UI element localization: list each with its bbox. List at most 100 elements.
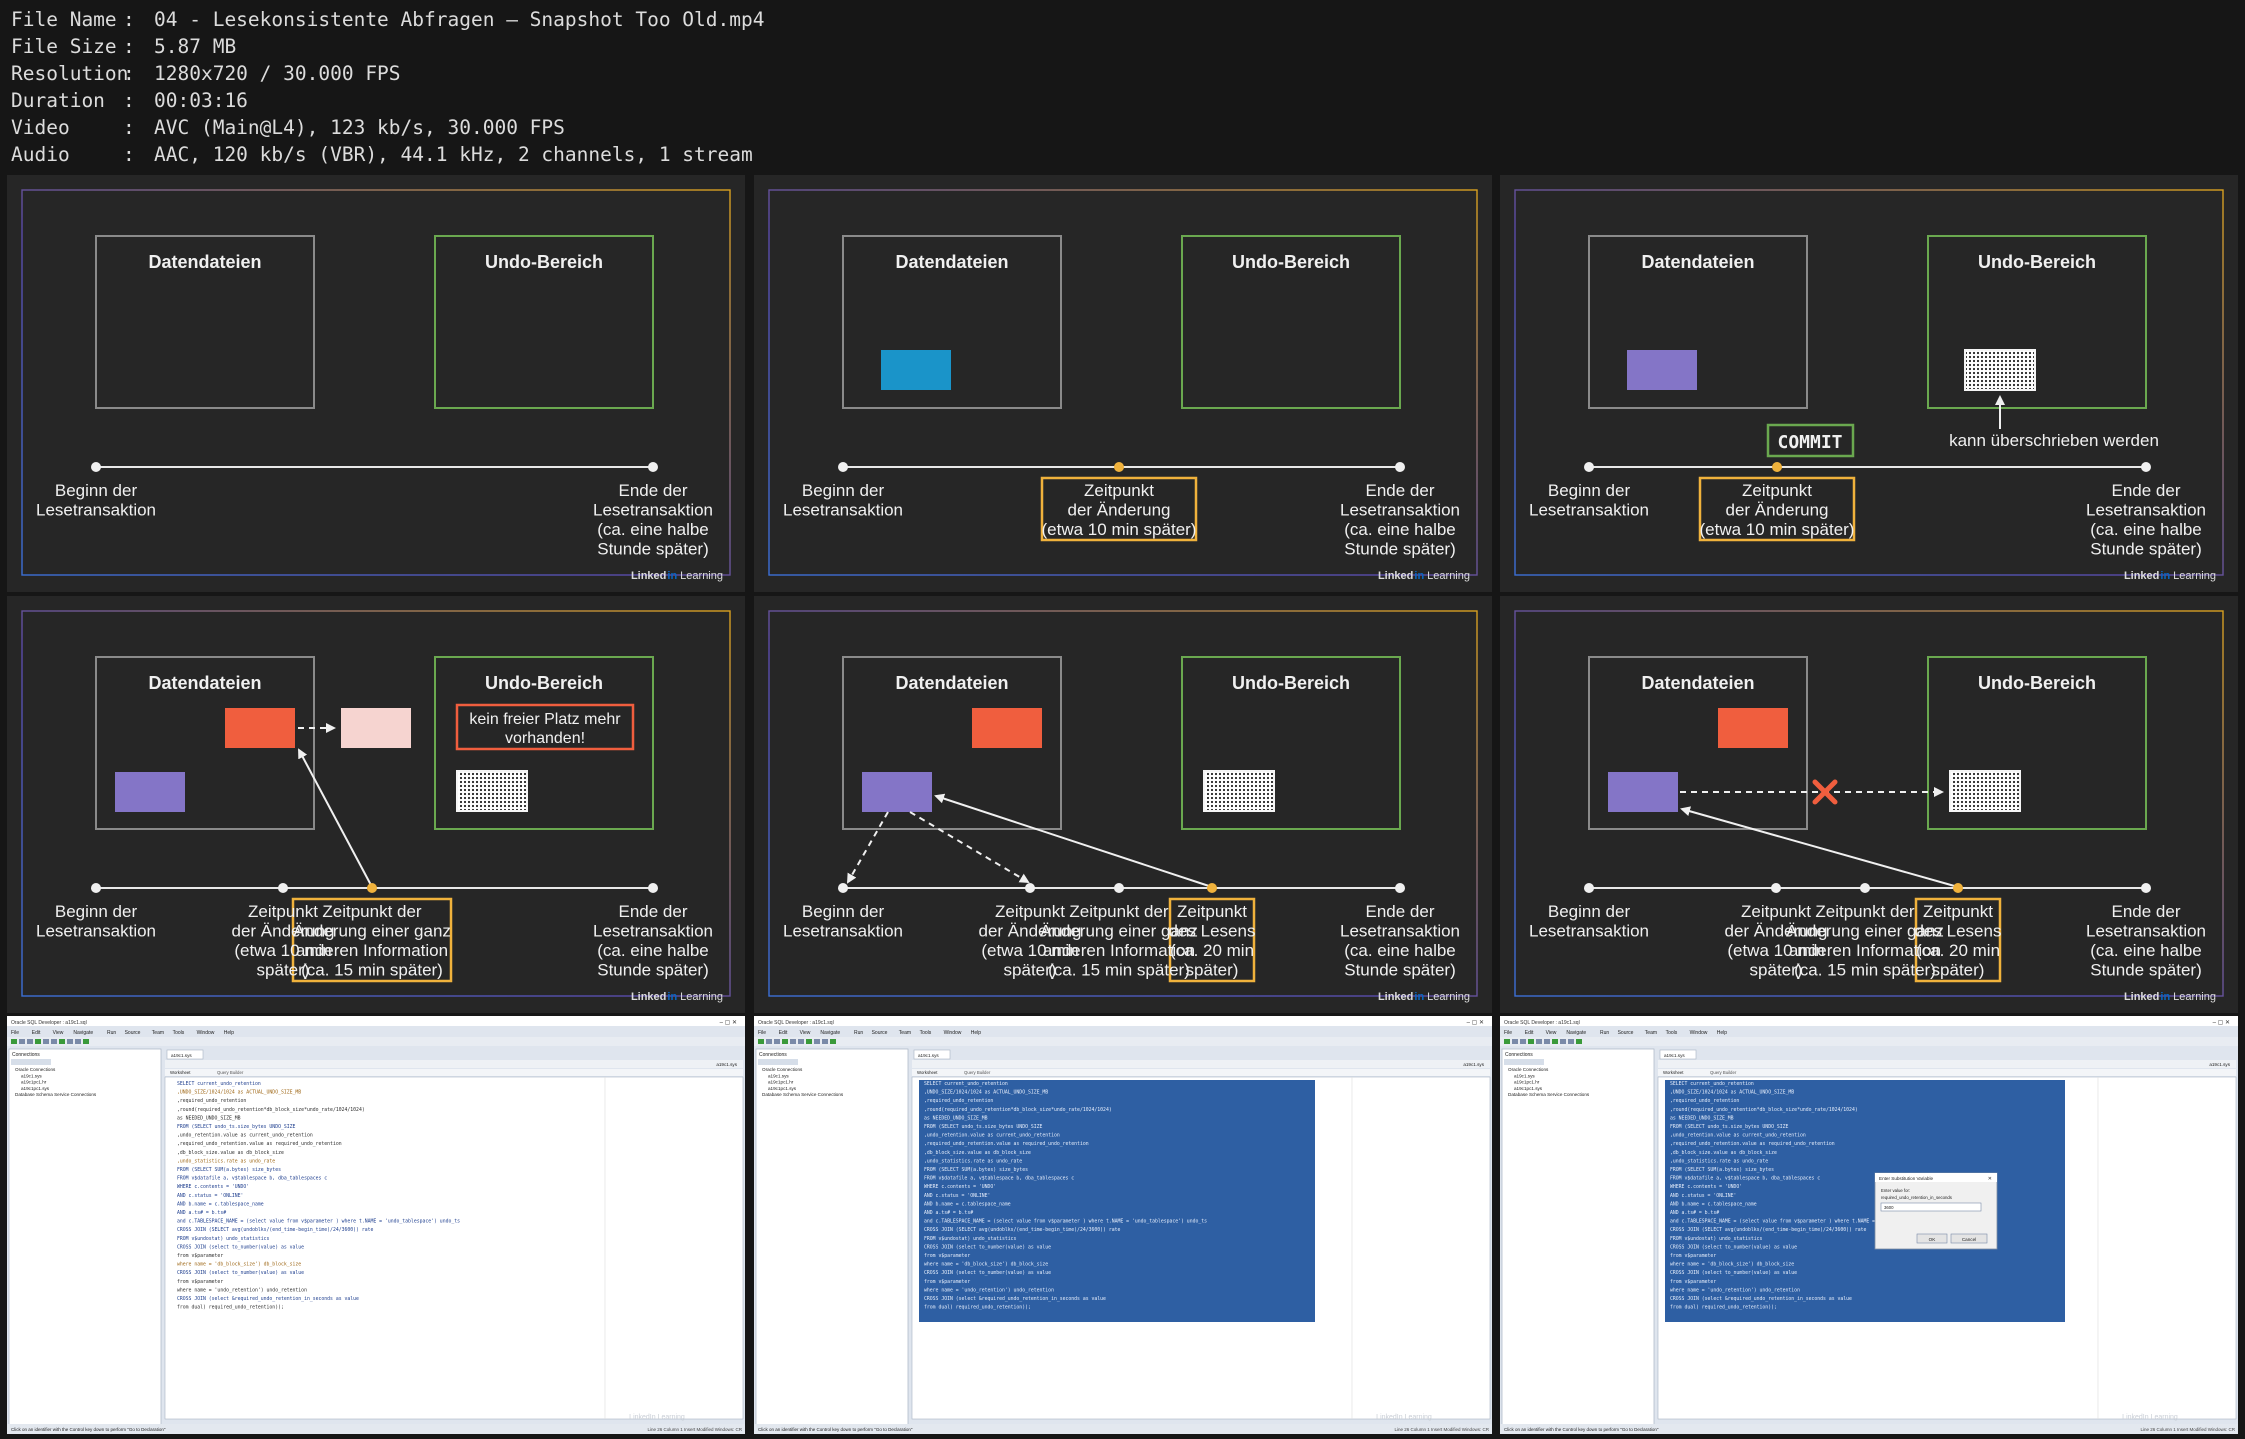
kein-platz-label: vorhanden! xyxy=(505,730,585,747)
timeline-marker xyxy=(2141,462,2151,472)
purple-data-block xyxy=(1627,350,1697,390)
toolbar-button-icon xyxy=(19,1039,25,1044)
timeline-marker xyxy=(2141,883,2151,893)
linkedin-learning-logo: Linkedin Learning xyxy=(2124,570,2216,582)
timeline-marker xyxy=(1584,883,1594,893)
lesen-label: des Lesens xyxy=(1169,922,1256,941)
linkedin-learning-watermark: LinkedIn Learning xyxy=(2122,1414,2178,1421)
ide-title-bar xyxy=(7,1016,745,1026)
editor-tab-strip xyxy=(1658,1049,2236,1059)
beginn-label: Lesetransaktion xyxy=(783,501,903,520)
sql-developer-thumbnail[interactable]: Oracle SQL Developer : a19c1.sql – ▢ ✕ Fil… xyxy=(754,1016,1492,1434)
sql-code-line: from v$parameter xyxy=(924,1279,970,1285)
file-info-key: File Name xyxy=(11,8,117,31)
slide-diagram: Datendateien Undo-Bereich Linkedin Learning… xyxy=(754,596,1492,1013)
aenderung-label: Zeitpunkt xyxy=(248,902,318,921)
toolbar-button-icon xyxy=(1520,1039,1526,1044)
menu-item: Source xyxy=(1618,1030,1634,1036)
linkedin-learning-watermark: LinkedIn Learning xyxy=(629,1414,685,1421)
sql-code-line: CROSS JOIN (SELECT avg(undoblks/(end_tim… xyxy=(177,1227,373,1233)
toolbar-button-icon xyxy=(1504,1039,1510,1044)
sql-code-line: WHERE c.contents = 'UNDO' xyxy=(1670,1184,1742,1190)
sql-code-line: CROSS JOIN (SELECT avg(undoblks/(end_tim… xyxy=(924,1227,1120,1233)
ende-label: Lesetransaktion xyxy=(1340,501,1460,520)
sql-developer-screenshot: Oracle SQL Developer : a19c1.sql – ▢ ✕ Fil… xyxy=(7,1016,745,1434)
andere-aenderung-label: Zeitpunkt der xyxy=(1069,902,1169,921)
worksheet-subtab-strip xyxy=(165,1069,743,1076)
sql-developer-thumbnail[interactable]: Oracle SQL Developer : a19c1.sql – ▢ ✕ Fil… xyxy=(7,1016,745,1434)
connections-label: Connections xyxy=(12,1052,40,1058)
slide-thumbnail[interactable]: Datendateien Undo-Bereich Linkedin Learning… xyxy=(754,596,1492,1013)
timeline-marker xyxy=(648,883,658,893)
sql-code-line: CROSS JOIN (select to_number(value) as v… xyxy=(1670,1270,1797,1276)
worksheet-tab: Worksheet xyxy=(170,1070,191,1075)
dialog-cancel-label: Cancel xyxy=(1962,1237,1976,1242)
sql-code-line: SELECT current_undo_retention xyxy=(1670,1081,1754,1087)
connection-tree-item: a19c1pc1.sys xyxy=(21,1086,50,1091)
menu-item: Run xyxy=(854,1030,863,1036)
sql-code-line: SELECT current_undo_retention xyxy=(177,1081,261,1087)
slide-thumbnail[interactable]: Datendateien Undo-Bereich Linkedin Learning… xyxy=(754,175,1492,592)
sql-developer-thumbnail[interactable]: Oracle SQL Developer : a19c1.sql – ▢ ✕ Fil… xyxy=(1500,1016,2238,1434)
sql-code-line: CROSS JOIN (select to_number(value) as v… xyxy=(924,1270,1051,1276)
dialog-label: Enter value for: xyxy=(1881,1188,1910,1193)
aenderung-label: (etwa 10 min später) xyxy=(1042,520,1197,539)
toolbar-button-icon xyxy=(806,1039,812,1044)
sql-code-line: CROSS JOIN (select to_number(value) as v… xyxy=(1670,1244,1797,1250)
connection-selector: a19c1.sys xyxy=(2209,1062,2230,1067)
datendateien-label: Datendateien xyxy=(148,252,261,272)
ende-label: Ende der xyxy=(2112,481,2181,500)
toolbar-button-icon xyxy=(83,1039,89,1044)
window-controls-icon: – ▢ ✕ xyxy=(1467,1020,1484,1026)
sql-code-line: CROSS JOIN (select &required_undo_retent… xyxy=(177,1296,359,1302)
ende-label: Ende der xyxy=(619,481,688,500)
menu-item: Navigate xyxy=(73,1030,93,1036)
andere-aenderung-label: (ca. 15 min später) xyxy=(1048,961,1190,980)
sql-code-line: AND b.name = c.tablespace_name xyxy=(924,1201,1011,1207)
sql-code-line: FROM v$undostat) undo_statistics xyxy=(924,1236,1017,1242)
beginn-label: Beginn der xyxy=(802,902,885,921)
menu-item: Team xyxy=(1645,1030,1657,1036)
connection-tree-item: a19c1.sys xyxy=(21,1073,42,1078)
lesen-label: (ca. 20 min xyxy=(1170,941,1254,960)
editor-tab-label: a19c1.sys xyxy=(171,1053,192,1058)
ide-title: Oracle SQL Developer : a19c1.sql xyxy=(1504,1020,1580,1026)
ende-label: (ca. eine halbe xyxy=(1344,941,1456,960)
connection-selector: a19c1.sys xyxy=(1463,1062,1484,1067)
slide-thumbnail[interactable]: Datendateien Undo-Bereich Linkedin Learning… xyxy=(1500,596,2238,1013)
aenderung-label: Zeitpunkt xyxy=(1741,902,1811,921)
sql-code-line: CROSS JOIN (select &required_undo_retent… xyxy=(1670,1296,1852,1302)
worksheet-tab: Worksheet xyxy=(917,1070,938,1075)
sql-code-line: ,undo_retention.value as current_undo_re… xyxy=(924,1133,1060,1139)
connections-pane xyxy=(755,1048,909,1433)
slide-thumbnail[interactable]: Datendateien Undo-Bereich Linkedin Learning… xyxy=(7,175,745,592)
sql-code-line: as NEEDED_UNDO_SIZE_MB xyxy=(924,1115,988,1121)
sql-code-line: from v$parameter xyxy=(177,1253,223,1259)
sql-code-line: ,required_undo_retention.value as requir… xyxy=(924,1141,1089,1147)
slide-thumbnail[interactable]: Datendateien Undo-Bereich Linkedin Learning… xyxy=(1500,175,2238,592)
connection-tree-item: Database Schema Service Connections xyxy=(15,1092,97,1097)
file-info-row: File Name:04 - Lesekonsistente Abfragen … xyxy=(11,6,764,33)
connection-tree-item: Oracle Connections xyxy=(15,1067,56,1072)
editor-tab-strip xyxy=(165,1049,743,1059)
ende-label: Ende der xyxy=(2112,902,2181,921)
sql-code-line: ,db_block_size.value as db_block_size xyxy=(177,1150,284,1156)
menu-item: File xyxy=(11,1030,19,1036)
undo-bereich-label: Undo-Bereich xyxy=(485,673,603,693)
sql-code-line: from v$parameter xyxy=(1670,1253,1716,1259)
linkedin-learning-logo: Linkedin Learning xyxy=(631,570,723,582)
toolbar-button-icon xyxy=(51,1039,57,1044)
beginn-label: Lesetransaktion xyxy=(1529,922,1649,941)
sql-code-line: CROSS JOIN (select &required_undo_retent… xyxy=(924,1296,1106,1302)
timeline-marker xyxy=(91,462,101,472)
file-info-key: Video xyxy=(11,116,70,139)
sql-code-line: FROM (SELECT undo_ts.size_bytes UNDO_SIZ… xyxy=(1670,1124,1789,1130)
slide-thumbnail[interactable]: Datendateien Undo-Bereich Linkedin Learning… xyxy=(7,596,745,1013)
aenderung-label: (etwa 10 min später) xyxy=(1700,520,1855,539)
status-info: Line 26 Column 1 Insert Modified Windows… xyxy=(2140,1427,2235,1432)
connection-tree-item: Database Schema Service Connections xyxy=(762,1092,844,1097)
toolbar-button-icon xyxy=(59,1039,65,1044)
editor-toolbar xyxy=(912,1060,1490,1068)
connections-toolbar xyxy=(11,1059,51,1065)
datendateien-label: Datendateien xyxy=(895,252,1008,272)
